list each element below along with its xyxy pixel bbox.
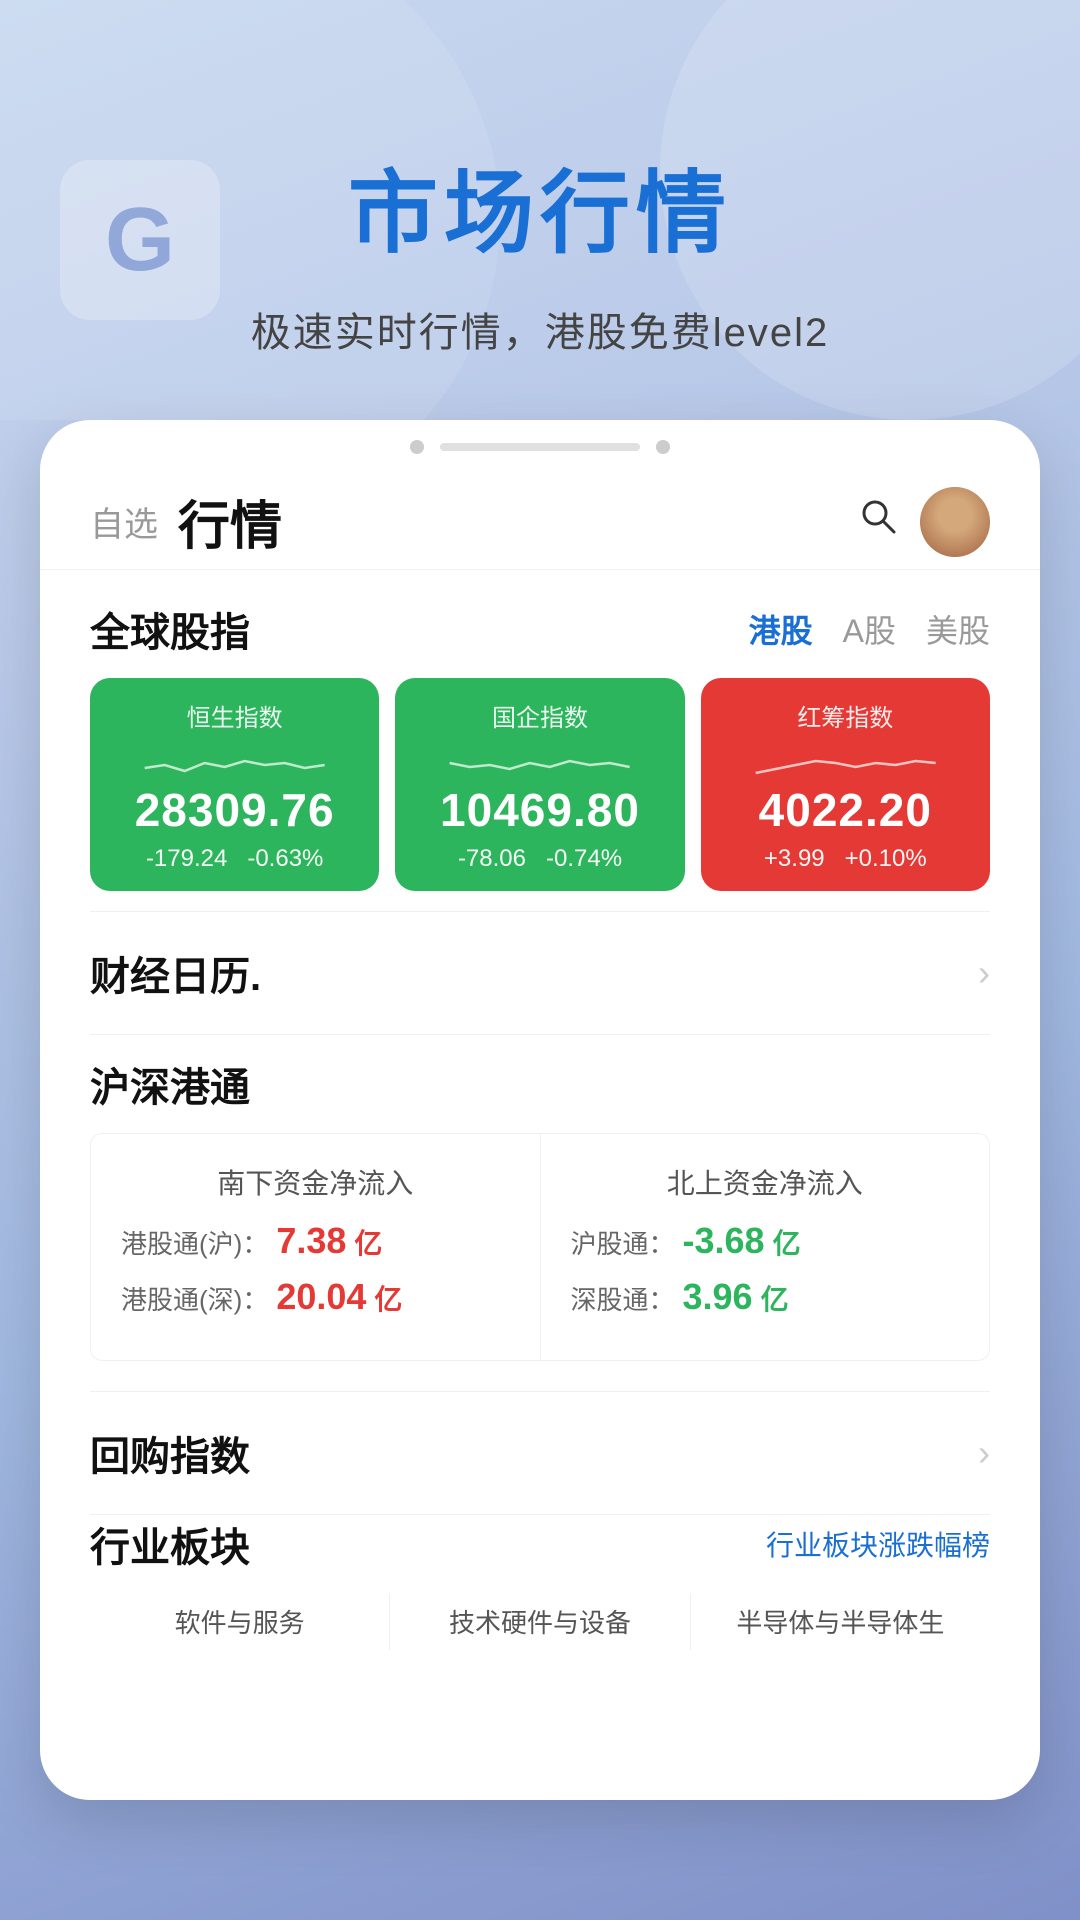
north-label2: 深股通： <box>571 1280 675 1317</box>
card-value-hci: 4022.20 <box>723 783 968 837</box>
hstong-north-row1: 沪股通： -3.68 亿 <box>571 1220 960 1262</box>
north-unit1: 亿 <box>773 1222 801 1262</box>
north-val2: 3.96 <box>683 1276 753 1318</box>
south-label2: 港股通(深)： <box>121 1280 268 1317</box>
card-value-hscei: 10469.80 <box>417 783 662 837</box>
index-card-hscei[interactable]: 国企指数 10469.80 -78.06 -0.74% <box>395 678 684 891</box>
card-changes-hscei: -78.06 -0.74% <box>417 845 662 873</box>
market-tabs: 港股 A股 美股 <box>749 606 990 652</box>
card-change1-hscei: -78.06 <box>458 845 526 873</box>
dot-1 <box>410 440 424 454</box>
hstong-title: 沪深港通 <box>90 1055 990 1113</box>
tab-hk[interactable]: 港股 <box>749 606 813 652</box>
nav-icons <box>856 487 990 557</box>
phone-topbar <box>40 420 1040 464</box>
card-change1-hci: +3.99 <box>764 845 825 873</box>
nav-zixuan[interactable]: 自选 <box>90 497 158 546</box>
industry-item-2[interactable]: 半导体与半导体生 <box>691 1593 990 1650</box>
buyback-title: 回购指数 <box>90 1424 250 1482</box>
hstong-south-row2: 港股通(深)： 20.04 亿 <box>121 1276 510 1318</box>
hstong-north-title: 北上资金净流入 <box>571 1162 960 1202</box>
search-button[interactable] <box>856 494 900 549</box>
section-header: 全球股指 港股 A股 美股 <box>90 600 990 658</box>
card-change2-hci: +0.10% <box>845 845 927 873</box>
south-unit1: 亿 <box>354 1222 382 1262</box>
hstong-col-north: 北上资金净流入 沪股通： -3.68 亿 深股通： 3.96 亿 <box>541 1134 990 1360</box>
industry-item-0[interactable]: 软件与服务 <box>90 1593 390 1650</box>
nav-bar: 自选 行情 <box>40 464 1040 570</box>
index-card-hsi[interactable]: 恒生指数 28309.76 -179.24 -0.63% <box>90 678 379 891</box>
index-card-hci[interactable]: 红筹指数 4022.20 +3.99 +0.10% <box>701 678 990 891</box>
sparkline-hci <box>723 743 968 783</box>
caijing-chevron: › <box>978 952 990 994</box>
card-changes-hci: +3.99 +0.10% <box>723 845 968 873</box>
south-unit2: 亿 <box>374 1278 402 1318</box>
industry-header: 行业板块 行业板块涨跌幅榜 <box>40 1515 1040 1573</box>
phone-card: 自选 行情 全球股指 港股 A股 美股 <box>40 420 1040 1800</box>
buyback-row[interactable]: 回购指数 › <box>40 1392 1040 1514</box>
hstong-south-title: 南下资金净流入 <box>121 1162 510 1202</box>
hstong-north-row2: 深股通： 3.96 亿 <box>571 1276 960 1318</box>
caijing-title: 财经日历. <box>90 944 261 1002</box>
hstong-col-south: 南下资金净流入 港股通(沪)： 7.38 亿 港股通(深)： 20.04 亿 <box>91 1134 541 1360</box>
south-val2: 20.04 <box>276 1276 366 1318</box>
hero-section: G 市场行情 极速实时行情，港股免费level2 <box>0 0 1080 420</box>
hstong-grid: 南下资金净流入 港股通(沪)： 7.38 亿 港股通(深)： 20.04 亿 北… <box>90 1133 990 1361</box>
industry-list: 软件与服务 技术硬件与设备 半导体与半导体生 <box>40 1573 1040 1680</box>
line-indicator <box>440 443 640 451</box>
card-change2-hscei: -0.74% <box>546 845 622 873</box>
index-cards: 恒生指数 28309.76 -179.24 -0.63% 国企指数 10469.… <box>90 678 990 891</box>
tab-a[interactable]: A股 <box>843 606 896 652</box>
hstong-section: 沪深港通 南下资金净流入 港股通(沪)： 7.38 亿 港股通(深)： 20.0… <box>40 1055 1040 1391</box>
card-label-hscei: 国企指数 <box>417 698 662 733</box>
hstong-south-row1: 港股通(沪)： 7.38 亿 <box>121 1220 510 1262</box>
industry-title: 行业板块 <box>90 1515 250 1573</box>
dot-2 <box>656 440 670 454</box>
card-label-hci: 红筹指数 <box>723 698 968 733</box>
avatar[interactable] <box>920 487 990 557</box>
card-change2-hsi: -0.63% <box>247 845 323 873</box>
divider-2 <box>90 1034 990 1035</box>
card-change1-hsi: -179.24 <box>146 845 227 873</box>
south-label1: 港股通(沪)： <box>121 1224 268 1261</box>
hero-title: 市场行情 <box>60 140 1020 270</box>
sparkline-hsi <box>112 743 357 783</box>
industry-item-1[interactable]: 技术硬件与设备 <box>390 1593 690 1650</box>
industry-link[interactable]: 行业板块涨跌幅榜 <box>766 1524 990 1564</box>
card-value-hsi: 28309.76 <box>112 783 357 837</box>
nav-title: 行情 <box>178 484 856 559</box>
global-index-section: 全球股指 港股 A股 美股 恒生指数 28309.76 -179.24 -0.6… <box>40 570 1040 911</box>
tab-us[interactable]: 美股 <box>926 606 990 652</box>
card-changes-hsi: -179.24 -0.63% <box>112 845 357 873</box>
caijing-row[interactable]: 财经日历. › <box>40 912 1040 1034</box>
north-unit2: 亿 <box>761 1278 789 1318</box>
card-label-hsi: 恒生指数 <box>112 698 357 733</box>
sparkline-hscei <box>417 743 662 783</box>
south-val1: 7.38 <box>276 1220 346 1262</box>
north-val1: -3.68 <box>683 1220 765 1262</box>
buyback-chevron: › <box>978 1432 990 1474</box>
north-label1: 沪股通： <box>571 1224 675 1261</box>
global-index-title: 全球股指 <box>90 600 250 658</box>
hero-subtitle: 极速实时行情，港股免费level2 <box>60 300 1020 358</box>
